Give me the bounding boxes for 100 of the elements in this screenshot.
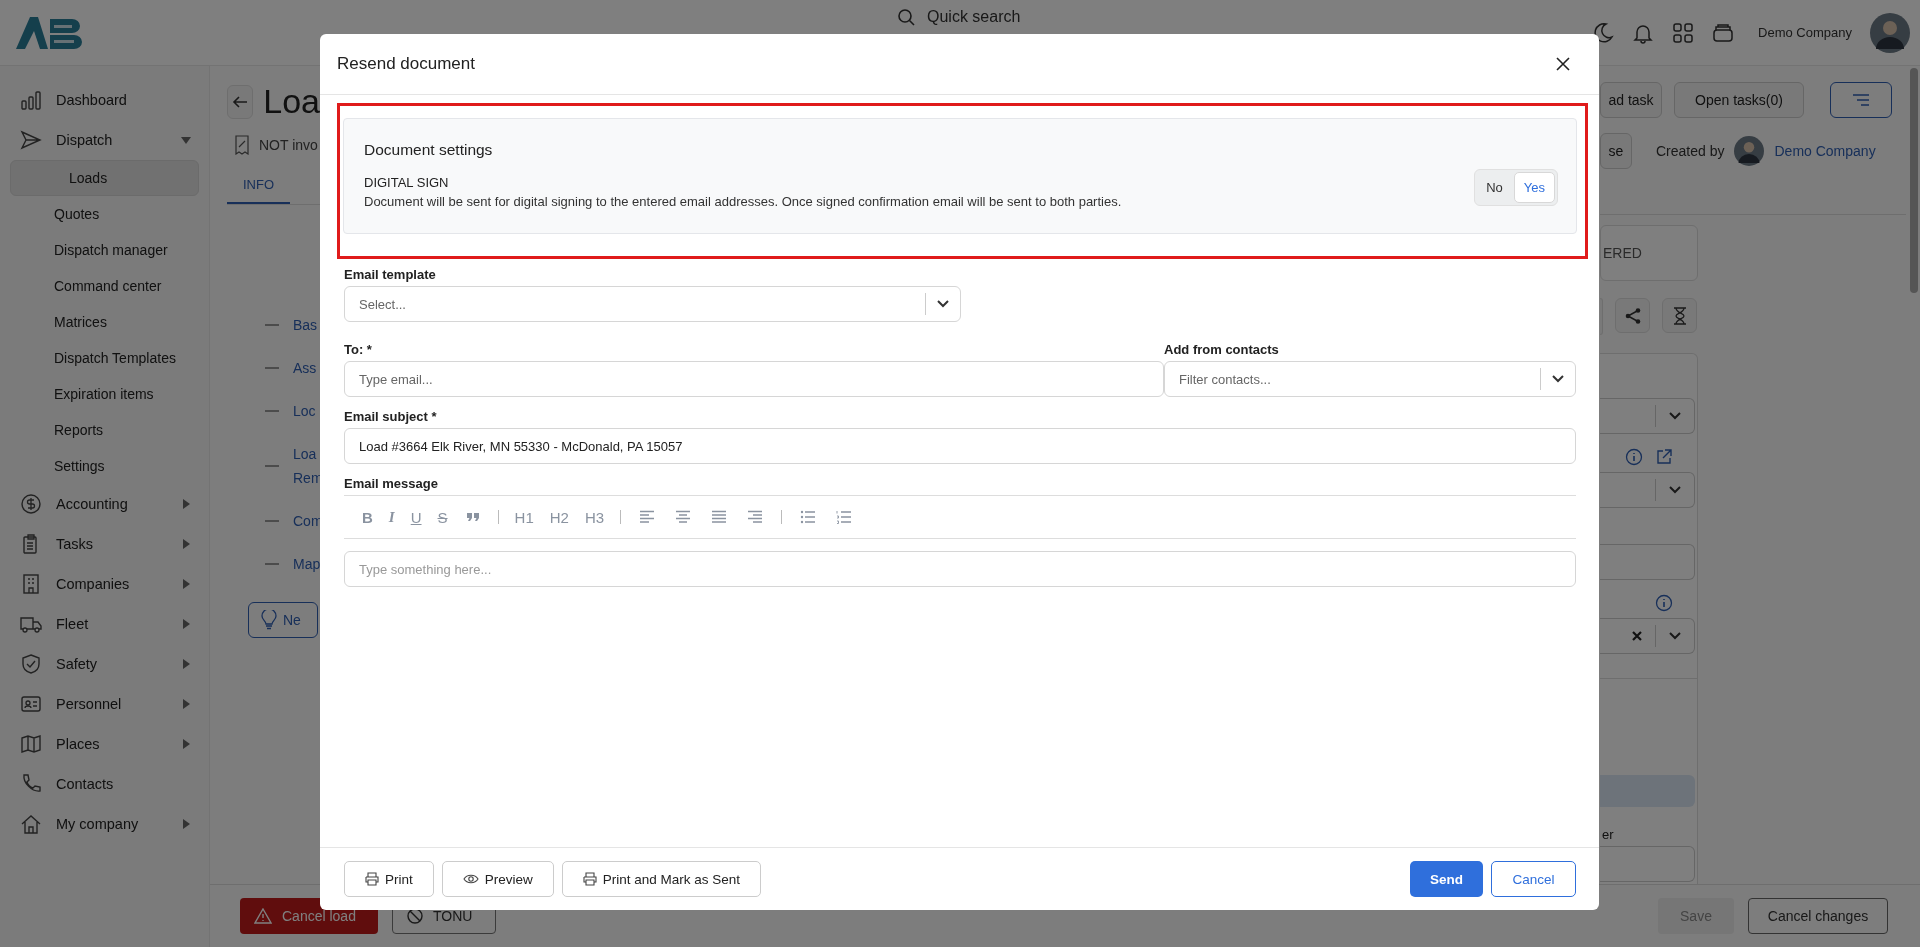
bullet-list-icon[interactable] — [800, 510, 817, 524]
setting-label: DIGITAL SIGN — [364, 175, 450, 190]
sidebar-subitem[interactable]: Dispatch Templates — [10, 340, 199, 376]
email-field[interactable]: Type email... — [344, 361, 1164, 397]
align-left-icon[interactable] — [639, 510, 656, 524]
cancel-button[interactable]: Cancel — [1491, 861, 1576, 897]
contacts-select[interactable]: Filter contacts... — [1164, 361, 1576, 397]
setting-description: Document will be sent for digital signing to the entered email addresses. Once signed confirmation email will be sent to both parties. — [364, 194, 1123, 209]
chevron-down-icon — [1668, 411, 1682, 421]
chevron-down-icon — [1551, 374, 1565, 384]
stack-icon[interactable] — [1712, 21, 1735, 44]
moon-icon[interactable] — [1592, 21, 1615, 44]
hourglass-button[interactable] — [1662, 298, 1697, 333]
bar-chart-icon — [20, 89, 42, 111]
house-icon — [20, 813, 42, 835]
section-link[interactable]: Ass — [293, 356, 317, 380]
format-button[interactable]: B — [362, 508, 373, 526]
share-button[interactable] — [1615, 298, 1650, 333]
field-label: Email subject * — [344, 409, 438, 424]
section-link[interactable]: Bas — [293, 313, 318, 337]
company-name[interactable]: Demo Company — [1758, 25, 1852, 40]
sidebar-item[interactable]: Places — [10, 724, 199, 764]
sidebar-item[interactable]: Companies — [10, 564, 199, 604]
select-field[interactable] — [1600, 398, 1695, 434]
sidebar-subitem[interactable]: Quotes — [10, 196, 199, 232]
sidebar-subitem[interactable]: Expiration items — [10, 376, 199, 412]
format-button[interactable]: S — [437, 508, 448, 526]
sidebar-subitem[interactable]: Matrices — [10, 304, 199, 340]
chevron-down-icon — [1668, 485, 1682, 495]
status-card: ERED — [1600, 225, 1698, 281]
sidebar-item[interactable]: Fleet — [10, 604, 199, 644]
printer-icon — [365, 872, 379, 886]
align-center-icon[interactable] — [675, 510, 692, 524]
sidebar-item[interactable]: Dispatch — [10, 120, 199, 160]
align-right-icon[interactable] — [747, 510, 764, 524]
bulb-icon — [261, 610, 277, 630]
format-button[interactable]: I — [388, 508, 395, 526]
toggle-option[interactable]: Yes — [1513, 171, 1555, 203]
tab[interactable]: INFO — [227, 169, 291, 204]
menu-button[interactable] — [1830, 82, 1892, 118]
search-icon[interactable] — [897, 8, 915, 26]
footer-button[interactable]: Print and Mark as Sent — [561, 861, 762, 897]
info-icon[interactable] — [1655, 594, 1673, 612]
select-field[interactable] — [1600, 618, 1695, 654]
footer-button[interactable]: Preview — [441, 861, 554, 897]
footer-button[interactable]: Print — [344, 861, 434, 897]
section-link[interactable]: Loc — [293, 399, 316, 423]
sidebar-subitem[interactable]: Command center — [10, 268, 199, 304]
creator-link[interactable]: Demo Company — [1774, 143, 1876, 159]
input-field[interactable] — [1600, 846, 1695, 882]
dialog-title: Resend document — [337, 54, 475, 74]
sidebar-item[interactable]: Personnel — [10, 684, 199, 724]
field-label: Email template — [344, 267, 437, 282]
sidebar-subitem[interactable]: Loads — [10, 160, 199, 196]
sidebar-subitem[interactable]: Settings — [10, 448, 199, 484]
clear-icon[interactable] — [1631, 630, 1643, 642]
next-button[interactable]: Ne — [248, 602, 318, 638]
arrow-left-icon — [232, 93, 249, 110]
printer-icon — [582, 872, 597, 886]
sidebar-item[interactable]: Dashboard — [10, 80, 199, 120]
open-tasks-button[interactable]: Open tasks(0) — [1674, 82, 1804, 118]
map-icon — [20, 733, 42, 755]
avatar-icon[interactable] — [1870, 12, 1910, 53]
logo-icon — [14, 14, 84, 51]
grid-icon[interactable] — [1672, 21, 1695, 44]
subject-field[interactable]: Load #3664 Elk River, MN 55330 - McDonald, PA 15057 — [344, 428, 1576, 464]
sidebar-subitem[interactable]: Reports — [10, 412, 199, 448]
send-button[interactable]: Send — [1410, 861, 1483, 897]
sidebar-subitem[interactable]: Dispatch manager — [10, 232, 199, 268]
back-button[interactable] — [227, 84, 254, 119]
hourglass-icon — [1672, 306, 1687, 325]
sidebar-item[interactable]: Tasks — [10, 524, 199, 564]
cancel-changes-button[interactable]: Cancel changes — [1748, 898, 1888, 934]
format-button[interactable]: H3 — [584, 508, 605, 526]
scrollbar[interactable] — [1910, 68, 1918, 293]
settings-heading: Document settings — [364, 141, 494, 159]
format-button[interactable]: U — [410, 508, 422, 526]
id-card-icon — [20, 693, 42, 715]
template-select[interactable]: Select... — [344, 286, 961, 322]
message-field[interactable]: Type something here... — [344, 551, 1576, 587]
sidebar-item[interactable]: Accounting — [10, 484, 199, 524]
align-justify-icon[interactable] — [711, 510, 728, 524]
section-link[interactable]: Map — [293, 552, 321, 576]
sidebar-item[interactable]: My company — [10, 804, 199, 844]
status-button[interactable]: se — [1600, 133, 1632, 169]
quick-search-field[interactable]: Quick search — [927, 8, 1021, 26]
format-button[interactable]: H1 — [514, 508, 534, 526]
info-icon[interactable] — [1625, 448, 1643, 466]
numbered-list-icon[interactable] — [836, 510, 853, 524]
phone-icon — [20, 773, 42, 795]
external-link-icon[interactable] — [1655, 448, 1673, 466]
invoice-status: NOT invo — [259, 137, 318, 153]
format-button[interactable]: H2 — [549, 508, 569, 526]
share-icon — [1623, 306, 1642, 325]
select-field[interactable] — [1600, 472, 1695, 508]
quote-icon[interactable] — [465, 511, 480, 523]
sidebar-item[interactable]: Contacts — [10, 764, 199, 804]
add-task-button[interactable]: ad task — [1600, 82, 1662, 118]
sidebar-item[interactable]: Safety — [10, 644, 199, 684]
toggle-option[interactable]: No — [1477, 171, 1512, 203]
